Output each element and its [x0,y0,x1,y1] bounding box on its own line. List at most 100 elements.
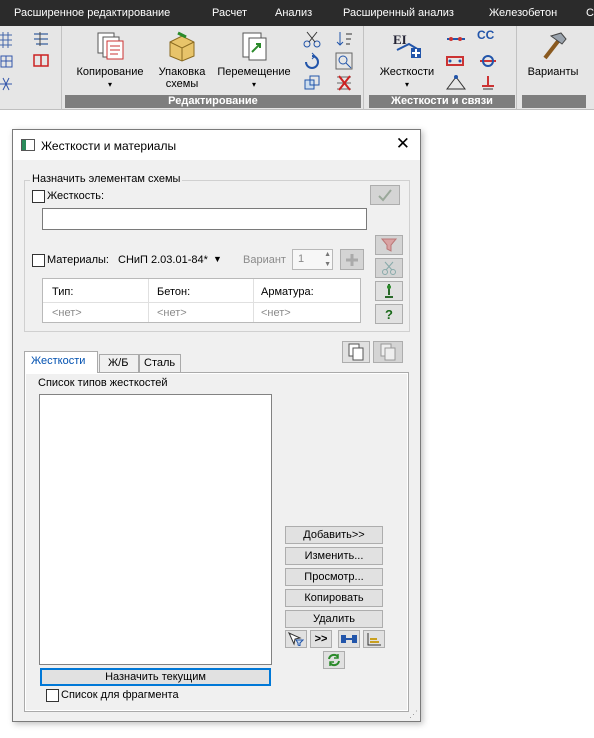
columns-button[interactable] [338,630,360,648]
rotate-icon[interactable] [303,52,321,70]
scissors-icon[interactable] [303,30,321,48]
svg-text:EI: EI [393,32,407,47]
copy-pages-icon [348,343,364,361]
delete-button[interactable]: Удалить [285,610,383,628]
check-icon [378,189,392,202]
copy-label: Копирование [76,66,144,78]
forward-button[interactable]: >> [310,630,332,648]
hammer-icon [537,30,569,62]
hinge-row-icon[interactable] [445,30,465,48]
add-button[interactable]: Добавить>> [285,526,383,544]
table-header-rebar: Арматура: [261,286,314,298]
table-value-type: <нет> [52,307,82,319]
grid-icon[interactable] [0,32,18,50]
editing-group-title: Редактирование [65,95,361,108]
stiffness-button[interactable]: EI Жесткости ▾ [371,30,443,91]
assign-current-button[interactable]: Назначить текущим [40,668,271,686]
rebar-icon [385,284,393,298]
norm-dropdown-icon[interactable]: ▼ [213,254,222,264]
scheme-icon[interactable] [32,30,50,48]
delete-cross-icon[interactable] [335,74,353,92]
stiffness-group-title: Жесткости и связи [369,95,515,108]
tab-stiffness[interactable]: Жесткости [24,351,98,373]
dialog-titlebar: Жесткости и материалы ✕ [13,130,420,160]
materials-table: Тип: Бетон: Арматура: <нет> <нет> <нет> [42,278,361,323]
help-button[interactable]: ? [375,304,403,324]
close-icon[interactable]: ✕ [396,135,410,153]
variants-label: Варианты [527,66,579,78]
menu-analysis[interactable]: Анализ [275,7,312,19]
lattice-icon[interactable] [0,76,18,94]
paste-pages-button[interactable] [373,341,403,363]
transform-icon[interactable] [303,74,321,92]
ribbon-group-stiffness: EI Жесткости ▾ СС Жесткости и связи [367,26,517,110]
stiffness-field[interactable] [42,208,367,230]
menu-reinforced-concrete[interactable]: Железобетон [489,7,557,19]
ribbon: Копирование ▾ Упаковка схемы Перемещение ▾ … [0,26,594,110]
copy-icon [94,30,126,62]
move-label: Перемещение [217,66,291,78]
menu-cut-item[interactable]: С [586,7,594,19]
menu-bar: Расширенное редактирование Расчет Анализ… [0,0,594,26]
columns-icon [341,635,357,643]
question-icon: ? [385,306,393,322]
fragment-list-checkbox[interactable] [46,689,59,702]
copy-stiffness-button[interactable]: Копировать [285,589,383,607]
copy-button[interactable]: Копирование ▾ [71,30,149,91]
view-button[interactable]: Просмотр... [285,568,383,586]
paste-pages-icon [380,343,396,361]
ruler-button[interactable] [363,630,385,648]
stiffness-checkbox[interactable] [32,190,45,203]
filter-icon [381,238,397,252]
rigid-link-icon[interactable] [477,52,496,70]
resize-grip-icon[interactable]: ⋰ [409,709,418,720]
apply-check-button[interactable] [370,185,400,205]
link-chain-icon[interactable] [445,52,464,70]
list-title: Список типов жесткостей [38,377,168,389]
refresh-button[interactable] [323,651,345,669]
materials-checkbox[interactable] [32,254,45,267]
pack-label-2: схемы [165,78,199,90]
variant-label: Вариант [243,254,286,266]
mesh-icon[interactable] [0,54,18,72]
scissors-button[interactable] [375,258,403,278]
table-value-rebar: <нет> [261,307,291,319]
plus-icon [346,253,358,266]
stiffness-types-list[interactable] [39,394,272,665]
variants-button[interactable]: Варианты [522,30,584,78]
tab-steel[interactable]: Сталь [139,354,181,373]
chart-red-icon[interactable] [32,52,50,70]
ribbon-group-partial [0,26,62,110]
spinner-down-icon[interactable]: ▼ [324,260,331,269]
tab-rc[interactable]: Ж/Б [99,354,139,373]
menu-calculation[interactable]: Расчет [212,7,247,19]
variants-group-footer [522,95,586,108]
stiffness-materials-dialog: Жесткости и материалы ✕ Назначить элемен… [12,129,421,722]
variant-spinner[interactable]: 1 ▲ ▼ [292,249,333,270]
support-icon[interactable] [477,74,495,92]
rebar-button[interactable] [375,281,403,301]
zoom-frame-icon[interactable] [335,52,353,70]
move-icon [238,30,270,62]
pack-scheme-button[interactable]: Упаковка схемы [153,30,211,90]
filter-button[interactable] [375,235,403,255]
edit-button[interactable]: Изменить... [285,547,383,565]
materials-label: Материалы: [47,254,109,266]
truss-icon[interactable] [445,74,466,92]
norm-select[interactable]: СНиП 2.03.01-84* [118,254,208,266]
spinner-up-icon[interactable]: ▲ [324,250,331,259]
fragment-list-label: Список для фрагмента [61,689,179,701]
add-material-button[interactable] [340,249,364,270]
move-button[interactable]: Перемещение ▾ [213,30,295,91]
menu-extended-editing[interactable]: Расширенное редактирование [14,7,170,19]
cc-icon[interactable]: СС [477,28,499,46]
menu-extended-analysis[interactable]: Расширенный анализ [343,7,454,19]
select-filter-button[interactable] [285,630,307,648]
copy-pages-button[interactable] [342,341,370,363]
package-icon [166,30,198,62]
scissors-icon [382,261,396,275]
sort-down-icon[interactable] [335,30,353,48]
table-header-concrete: Бетон: [157,286,191,298]
variant-value: 1 [298,253,305,265]
assign-group-title: Назначить элементам схемы [30,173,183,185]
